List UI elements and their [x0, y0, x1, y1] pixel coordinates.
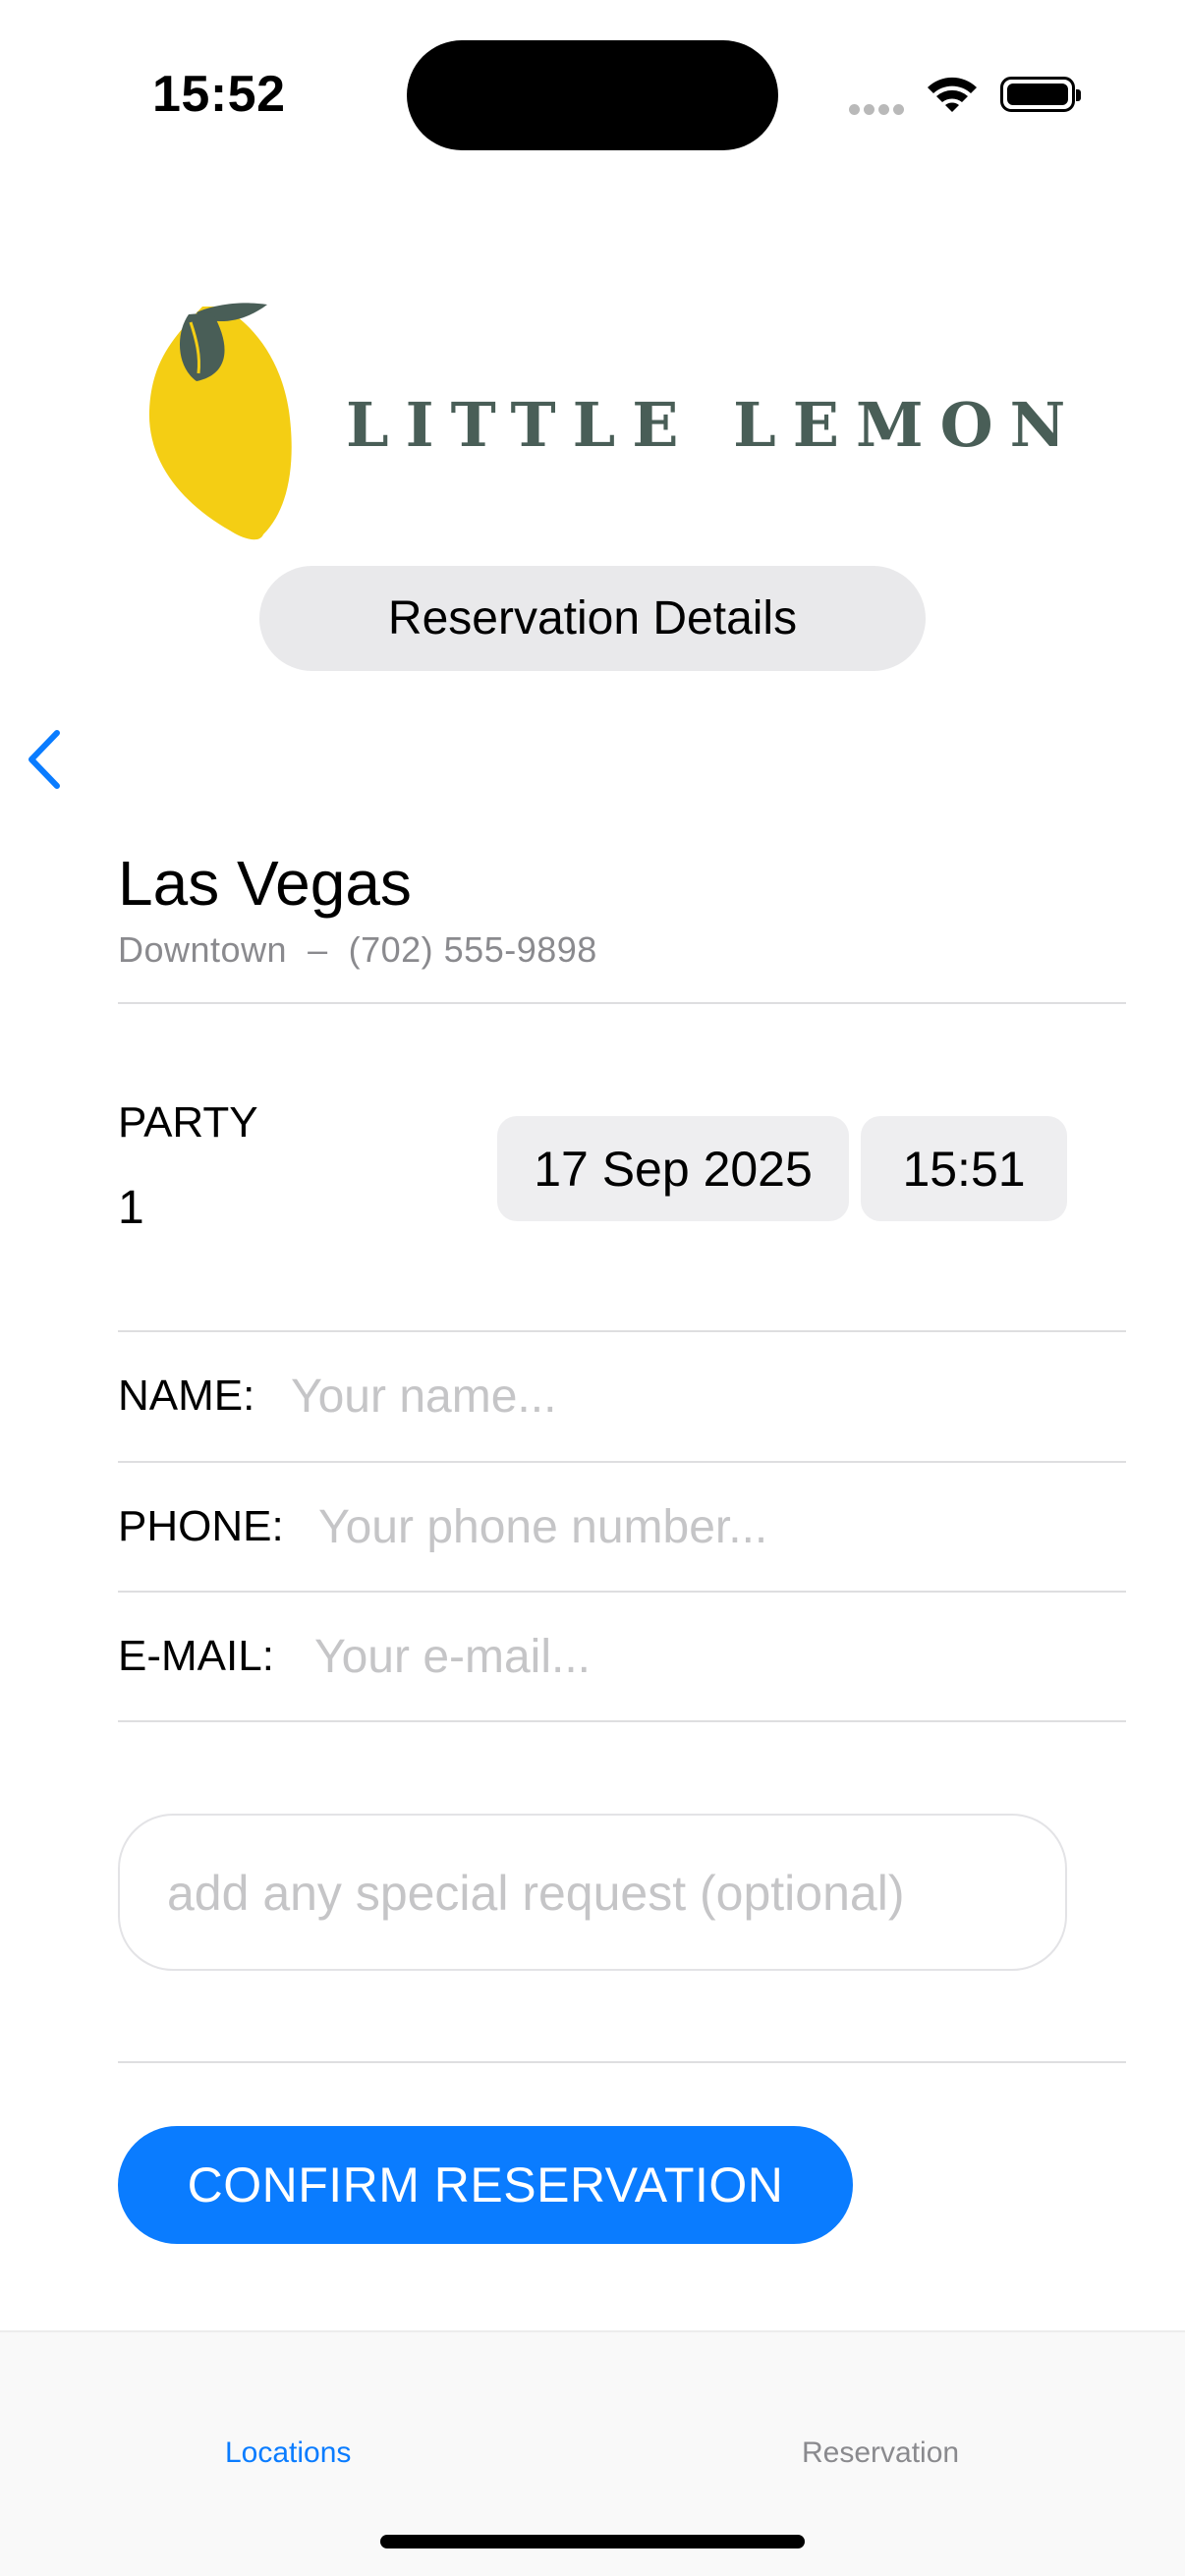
status-time: 15:52 [152, 66, 286, 123]
confirm-reservation-button[interactable]: CONFIRM RESERVATION [118, 2126, 853, 2244]
location-subtitle: Downtown – (702) 555-9898 [118, 929, 597, 970]
page-title-pill: Reservation Details [259, 566, 926, 671]
name-input[interactable] [291, 1370, 979, 1424]
date-picker-button[interactable]: 17 Sep 2025 [497, 1116, 849, 1221]
party-label: PARTY [118, 1098, 258, 1147]
tab-locations[interactable]: Locations [225, 2436, 351, 2470]
email-label: E-MAIL: [118, 1632, 274, 1680]
tab-reservation[interactable]: Reservation [802, 2436, 959, 2470]
name-label: NAME: [118, 1372, 255, 1420]
special-request-field[interactable]: add any special request (optional) [118, 1814, 1067, 1971]
phone-label: PHONE: [118, 1502, 284, 1550]
back-button[interactable] [22, 729, 67, 795]
phone-input[interactable] [318, 1500, 1006, 1554]
home-indicator [380, 2535, 805, 2548]
party-stepper[interactable]: 1 [118, 1181, 144, 1235]
time-picker-button[interactable]: 15:51 [861, 1116, 1067, 1221]
location-city: Las Vegas [118, 848, 412, 919]
dynamic-island [407, 40, 778, 150]
lemon-logo-icon [145, 295, 303, 549]
divider [118, 2061, 1126, 2063]
divider [118, 1591, 1126, 1593]
divider [118, 1720, 1126, 1722]
back-chevron-icon [28, 730, 60, 789]
email-input[interactable] [314, 1630, 1002, 1684]
logo-text: LITTLE LEMON [346, 389, 1083, 461]
divider [118, 1330, 1126, 1332]
special-request-placeholder: add any special request (optional) [167, 1866, 905, 1921]
divider [118, 1002, 1126, 1004]
divider [118, 1461, 1126, 1463]
cellular-signal-icon [849, 102, 908, 120]
wifi-icon [926, 75, 979, 119]
battery-icon [1000, 77, 1081, 112]
